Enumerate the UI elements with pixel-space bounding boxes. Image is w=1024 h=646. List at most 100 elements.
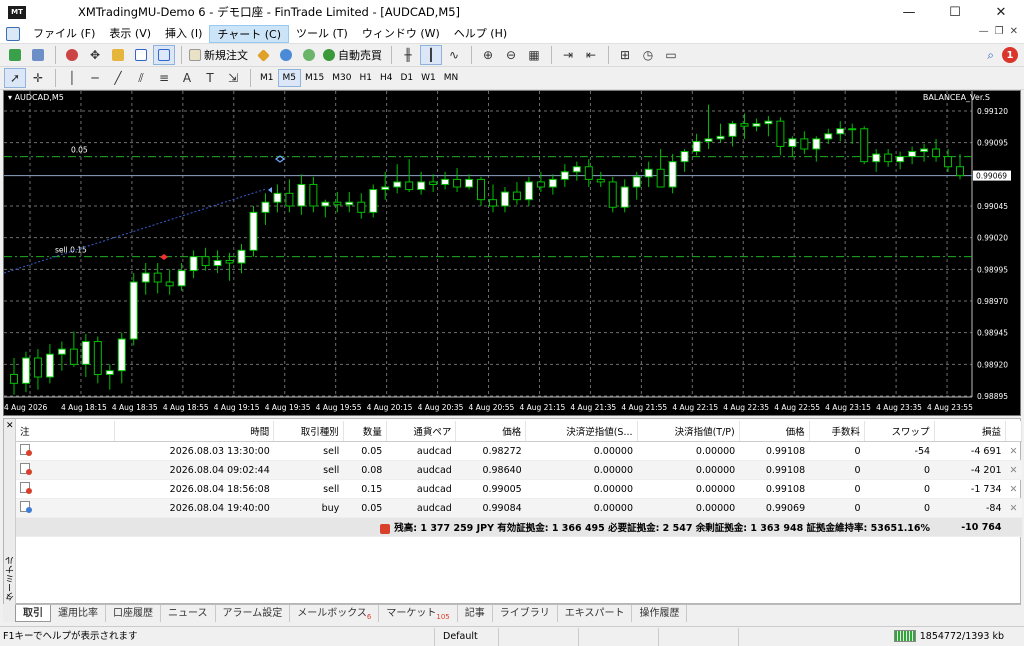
tab-2[interactable]: 口座履歴 [106, 605, 161, 622]
indicators-icon[interactable]: ⊞ [614, 45, 636, 65]
tile-windows-icon[interactable]: ▦ [523, 45, 545, 65]
new-chart-icon[interactable] [4, 45, 26, 65]
arrows-icon[interactable]: ⇲ [222, 68, 244, 88]
col-order[interactable]: 注 [16, 421, 115, 442]
signals-icon[interactable] [298, 45, 320, 65]
timeframe-d1[interactable]: D1 [396, 69, 417, 87]
table-row[interactable]: 2026.08.04 09:02:44 sell 0.08 audcad 0.98640… [16, 460, 1022, 480]
tab-5[interactable]: メールボックス6 [290, 605, 380, 622]
metaeditor-icon[interactable] [252, 45, 274, 65]
line-chart-icon[interactable]: ∿ [443, 45, 465, 65]
close-position-icon[interactable]: ✕ [1005, 479, 1022, 499]
x-tick-label: 4 Aug 19:35 [265, 403, 311, 412]
text-icon[interactable]: A [176, 68, 198, 88]
close-button[interactable]: ✕ [978, 0, 1024, 24]
horizontal-line-icon[interactable]: ─ [84, 68, 106, 88]
mdi-close-icon[interactable]: ✕ [1010, 26, 1018, 37]
channel-icon[interactable]: ⫽ [130, 68, 152, 88]
table-row[interactable]: 2026.08.04 18:56:08 sell 0.15 audcad 0.99005… [16, 479, 1022, 499]
data-window-icon[interactable]: ✥ [84, 45, 106, 65]
col-commission[interactable]: 手数料 [809, 421, 866, 442]
tab-7[interactable]: 記事 [458, 605, 493, 622]
tab-10[interactable]: 操作履歴 [632, 605, 688, 622]
tab-9[interactable]: エキスパート [558, 605, 633, 622]
community-icon[interactable] [275, 45, 297, 65]
maximize-button[interactable]: ☐ [932, 0, 978, 24]
close-position-icon[interactable]: ✕ [1005, 460, 1022, 480]
cursor-icon[interactable]: ➚ [4, 68, 26, 88]
profiles-icon[interactable] [27, 45, 49, 65]
tab-1[interactable]: 運用比率 [51, 605, 106, 622]
timeframe-h4[interactable]: H4 [376, 69, 397, 87]
timeframe-m30[interactable]: M30 [328, 69, 355, 87]
menu-window[interactable]: ウィンドウ (W) [355, 25, 447, 43]
menu-chart[interactable]: チャート (C) [209, 24, 290, 43]
search-icon[interactable]: ⌕ [987, 48, 994, 63]
current-price-label: 0.99069 [976, 172, 1007, 181]
zoom-in-icon[interactable]: ⊕ [477, 45, 499, 65]
price-chart[interactable]: 0.05 sell 0.15 0.99069 0.99120 0.99095 0.9904… [3, 90, 1021, 416]
status-profile[interactable]: Default [435, 627, 499, 646]
auto-scroll-icon[interactable]: ⇥ [557, 45, 579, 65]
mdi-restore-icon[interactable]: ❐ [995, 26, 1004, 37]
terminal-close-icon[interactable]: ✕ [6, 421, 14, 431]
minimize-button[interactable]: — [886, 0, 932, 24]
timeframe-m5[interactable]: M5 [277, 69, 301, 87]
timeframe-w1[interactable]: W1 [417, 69, 440, 87]
col-symbol[interactable]: 通貨ペア [386, 421, 457, 442]
tab-3[interactable]: ニュース [161, 605, 216, 622]
chart-shift-icon[interactable]: ⇤ [580, 45, 602, 65]
title-bar[interactable]: MT XMTradingMU-Demo 6 - デモ口座 - FinTrade … [0, 0, 1024, 24]
close-position-icon[interactable]: ✕ [1005, 441, 1022, 461]
mdi-minimize-icon[interactable]: — [979, 26, 989, 37]
chart-window-icon[interactable] [6, 26, 20, 41]
trendline-icon[interactable]: ╱ [107, 68, 129, 88]
auto-trading-button[interactable]: 自動売買 [321, 45, 386, 65]
candlestick-chart[interactable]: 0.05 sell 0.15 0.99069 0.99120 0.99095 0.9904… [4, 91, 1022, 417]
candle-body [453, 178, 462, 188]
col-open-price[interactable]: 価格 [455, 421, 527, 442]
notification-badge[interactable]: 1 [1002, 47, 1018, 63]
table-row[interactable]: 2026.08.03 13:30:00 sell 0.05 audcad 0.98272… [16, 441, 1022, 461]
templates-icon[interactable]: ▭ [660, 45, 682, 65]
col-type[interactable]: 取引種別 [273, 421, 344, 442]
col-profit[interactable]: 損益 [934, 421, 1007, 442]
bar-chart-icon[interactable]: ╫ [397, 45, 419, 65]
fibonacci-icon[interactable]: ≡ [153, 68, 175, 88]
connection-status[interactable]: 1854772/1393 kb [893, 630, 1004, 642]
market-watch-icon[interactable] [61, 45, 83, 65]
tab-6[interactable]: マーケット105 [379, 605, 458, 622]
close-position-icon[interactable]: ✕ [1005, 498, 1022, 518]
periods-icon[interactable]: ◷ [637, 45, 659, 65]
menu-tools[interactable]: ツール (T) [289, 25, 355, 43]
col-sl[interactable]: 決済逆指値(S... [525, 421, 638, 442]
tab-8[interactable]: ライブラリ [493, 605, 558, 622]
col-tp[interactable]: 決済指値(T/P) [637, 421, 740, 442]
terminal-icon[interactable] [130, 45, 152, 65]
timeframe-mn[interactable]: MN [440, 69, 463, 87]
label-icon[interactable]: T [199, 68, 221, 88]
x-tick-label: 4 Aug 19:55 [316, 403, 362, 412]
menu-view[interactable]: 表示 (V) [102, 25, 158, 43]
new-order-button[interactable]: 新規注文 [187, 45, 252, 65]
strategy-tester-icon[interactable] [153, 45, 175, 65]
vertical-line-icon[interactable]: │ [61, 68, 83, 88]
crosshair-icon[interactable]: ✛ [27, 68, 49, 88]
col-time[interactable]: 時間 [114, 421, 275, 442]
timeframe-h1[interactable]: H1 [355, 69, 376, 87]
tab-0[interactable]: 取引 [15, 605, 51, 622]
zoom-out-icon[interactable]: ⊖ [500, 45, 522, 65]
menu-file[interactable]: ファイル (F) [26, 25, 102, 43]
timeframe-m1[interactable]: M1 [256, 69, 278, 87]
tab-4[interactable]: アラーム設定 [216, 605, 291, 622]
col-volume[interactable]: 数量 [343, 421, 387, 442]
col-price[interactable]: 価格 [739, 421, 810, 442]
menu-help[interactable]: ヘルプ (H) [447, 25, 514, 43]
menu-insert[interactable]: 挿入 (I) [158, 25, 209, 43]
table-row[interactable]: 2026.08.04 19:40:00 buy 0.05 audcad 0.99084 0… [16, 498, 1022, 518]
navigator-icon[interactable] [107, 45, 129, 65]
timeframe-m15[interactable]: M15 [301, 69, 328, 87]
col-swap[interactable]: スワップ [864, 421, 935, 442]
auto-trading-icon [323, 49, 335, 61]
candlestick-icon[interactable]: ┃ [420, 45, 442, 65]
